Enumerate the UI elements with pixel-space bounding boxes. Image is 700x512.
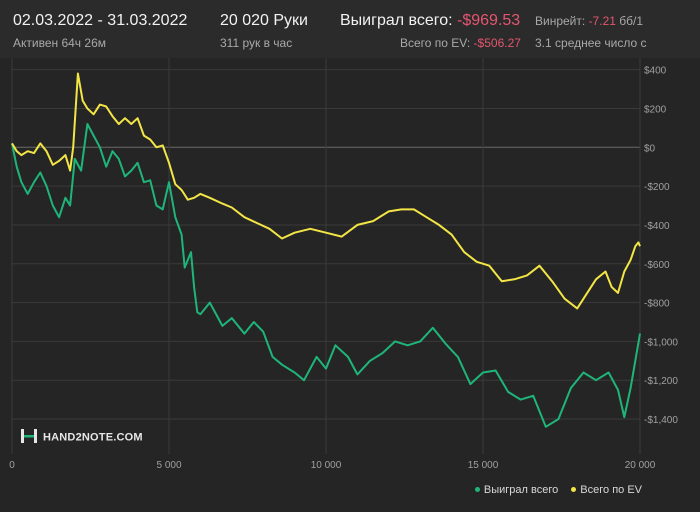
y-tick-label: -$400 xyxy=(644,221,670,232)
ev-label: Всего по EV: xyxy=(400,36,471,50)
y-axis-ticks: $400 $200 $0 -$200 -$400 -$600 -$800 -$1,000 -$1… xyxy=(644,66,678,426)
ev-total: Всего по EV: -$506.27 xyxy=(400,36,521,50)
winrate: Винрейт: -7.21 бб/1 xyxy=(535,14,643,28)
won-value: -$969.53 xyxy=(457,12,521,29)
brand-name: HAND2NOTE.COM xyxy=(43,431,143,444)
y-tick-label: -$800 xyxy=(644,299,670,310)
x-tick-label: 15 000 xyxy=(468,460,499,471)
x-axis-ticks: 0 5 000 10 000 15 000 20 000 xyxy=(9,460,656,471)
legend-item-won: Выиграл всего xyxy=(474,484,561,496)
hands-count: 20 020 Руки xyxy=(220,12,308,29)
avg-players: 3.1 среднее число с xyxy=(535,36,647,50)
won-total: Выиграл всего: -$969.53 xyxy=(340,12,520,30)
winrate-label: Винрейт: xyxy=(535,14,586,28)
y-tick-label: -$600 xyxy=(644,260,670,271)
won-label: Выиграл всего: xyxy=(340,12,453,29)
ev-value: -$506.27 xyxy=(473,36,521,50)
grid xyxy=(11,58,641,454)
x-tick-label: 10 000 xyxy=(311,460,342,471)
legend-dot-won xyxy=(474,486,480,492)
y-tick-label: $200 xyxy=(644,104,667,115)
legend-item-ev: Всего по EV xyxy=(571,484,642,496)
y-tick-label: $0 xyxy=(644,143,656,154)
active-time: Активен 64ч 26м xyxy=(13,36,106,50)
winrate-unit: бб/1 xyxy=(619,14,644,28)
legend-dot-ev xyxy=(571,486,577,492)
y-tick-label: $400 xyxy=(644,66,667,77)
x-tick-label: 0 xyxy=(9,460,15,471)
x-tick-label: 20 000 xyxy=(625,460,656,471)
y-tick-label: -$1,000 xyxy=(644,337,678,348)
legend-label-ev: Всего по EV xyxy=(580,484,642,496)
y-tick-label: -$200 xyxy=(644,182,670,193)
hands-per-hour: 311 рук в час xyxy=(220,36,293,50)
x-tick-label: 5 000 xyxy=(156,460,181,471)
date-range: 02.03.2022 - 31.03.2022 xyxy=(13,12,188,29)
winrate-value: -7.21 xyxy=(588,14,616,28)
hand2note-logo: HAND2NOTE.COM xyxy=(20,428,143,447)
y-tick-label: -$1,400 xyxy=(644,415,678,426)
chart-legend: Выиграл всего Всего по EV xyxy=(465,484,642,496)
y-tick-label: -$1,200 xyxy=(644,376,678,387)
legend-label-won: Выиграл всего xyxy=(483,484,559,496)
stats-header: 02.03.2022 - 31.03.2022 Активен 64ч 26м … xyxy=(0,0,700,58)
hand2note-logo-icon xyxy=(20,428,38,447)
